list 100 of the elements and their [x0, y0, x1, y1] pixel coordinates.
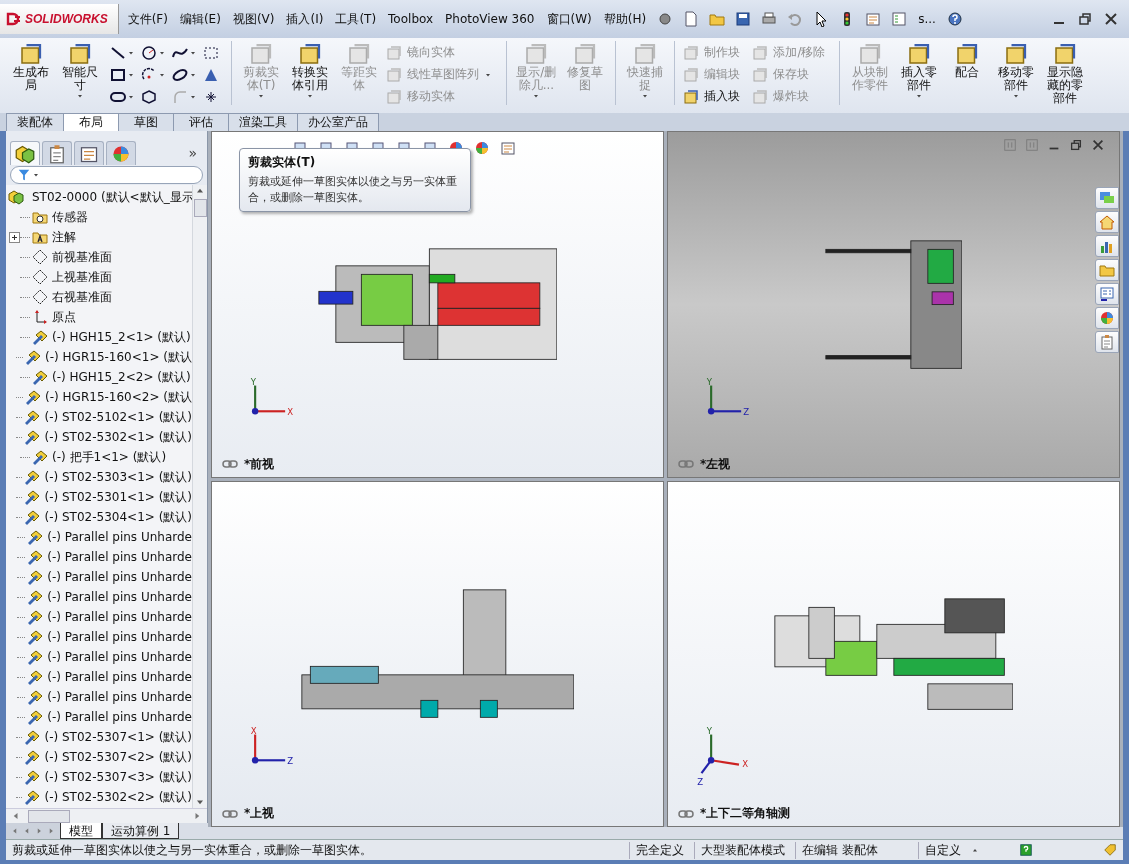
tree-item[interactable]: (-) ST02-5307<3> (默认): [40, 768, 192, 786]
menu-item[interactable]: 编辑(E): [176, 10, 224, 28]
ribbon-button[interactable]: 显示隐藏的零部件: [1041, 41, 1089, 106]
caret-icon[interactable]: [188, 71, 197, 79]
tree-item[interactable]: (-) Parallel pins Unharde: [43, 570, 192, 584]
menu-item[interactable]: Toolbox: [385, 12, 437, 26]
tree-item[interactable]: (-) ST02-5302<2> (默认): [40, 788, 192, 806]
ellipse-icon[interactable]: [171, 67, 188, 83]
menu-item[interactable]: 工具(T): [332, 10, 380, 28]
restore-icon[interactable]: [1077, 11, 1093, 27]
panel-tab[interactable]: [42, 141, 72, 165]
ribbon-button[interactable]: 配合: [944, 41, 991, 80]
line-icon[interactable]: [109, 45, 126, 61]
tree-item[interactable]: 注解: [48, 228, 76, 246]
filter-field[interactable]: [10, 166, 203, 184]
ribbon-button[interactable]: 智能尺寸: [56, 41, 104, 101]
slot-icon[interactable]: [109, 89, 126, 105]
close-icon[interactable]: [1103, 11, 1119, 27]
triangle-icon[interactable]: [202, 67, 219, 83]
bottom-tab[interactable]: 运动算例 1: [102, 823, 180, 839]
menu-item[interactable]: 文件(F): [124, 10, 171, 28]
caret-icon[interactable]: [126, 71, 135, 79]
tree-item[interactable]: (-) HGH15_2<2> (默认): [48, 368, 191, 386]
tree-item[interactable]: (-) Parallel pins Unharde: [43, 650, 192, 664]
restore-icon[interactable]: [1069, 138, 1083, 152]
command-tab[interactable]: 布局: [63, 113, 119, 131]
list-icon[interactable]: [891, 11, 908, 27]
ribbon-button[interactable]: 移动零部件: [992, 41, 1040, 101]
menu-item[interactable]: 插入(I): [283, 10, 327, 28]
caret-icon[interactable]: [126, 49, 135, 57]
tree-item[interactable]: (-) Parallel pins Unharde: [43, 550, 192, 564]
tree-item[interactable]: (-) Parallel pins Unharde: [43, 610, 192, 624]
caret-icon[interactable]: [157, 49, 166, 57]
panel-tab[interactable]: [106, 141, 136, 165]
close-icon[interactable]: [1091, 138, 1105, 152]
expand-toggle[interactable]: [9, 231, 20, 243]
printer-icon[interactable]: [761, 11, 778, 27]
scroll-thumb[interactable]: [28, 809, 70, 823]
command-tab[interactable]: 草图: [118, 113, 174, 131]
menu-item[interactable]: PhotoView 360: [442, 12, 538, 26]
rectangle-icon[interactable]: [109, 67, 126, 83]
tree-item[interactable]: 前视基准面: [48, 248, 112, 266]
tree-item[interactable]: (-) ST02-5301<1> (默认): [40, 488, 192, 506]
tree-item[interactable]: (-) Parallel pins Unharde: [43, 670, 192, 684]
tree-item[interactable]: (-) Parallel pins Unharde: [43, 590, 192, 604]
tag-icon[interactable]: [1103, 843, 1117, 857]
ribbon-button[interactable]: 转换实体引用: [286, 41, 334, 101]
ribbon-button[interactable]: 插入零部件: [895, 41, 942, 101]
tree-item[interactable]: (-) ST02-5304<1> (默认): [40, 508, 192, 526]
tree-item[interactable]: (-) ST02-5307<2> (默认): [40, 748, 192, 766]
polygon-icon[interactable]: [140, 89, 157, 105]
caret-icon[interactable]: [126, 93, 135, 101]
tree-item[interactable]: (-) ST02-5307<1> (默认): [40, 728, 192, 746]
tree-item[interactable]: 右视基准面: [48, 288, 112, 306]
circle-icon[interactable]: [140, 45, 157, 61]
color-ball-icon[interactable]: [474, 140, 490, 156]
caret-icon[interactable]: [157, 71, 166, 79]
tree-item[interactable]: (-) HGR15-160<1> (默认: [41, 348, 192, 366]
tree-item[interactable]: (-) ST02-5102<1> (默认): [40, 408, 192, 426]
tree-item[interactable]: (-) ST02-5302<1> (默认): [40, 428, 192, 446]
tree-item[interactable]: (-) Parallel pins Unharde: [43, 630, 192, 644]
tree-item[interactable]: (-) Parallel pins Unharde: [43, 710, 192, 724]
viewport[interactable]: X Z *上视: [211, 480, 664, 827]
help-icon[interactable]: [946, 11, 963, 27]
toolbar-overflow[interactable]: s...: [915, 12, 939, 26]
horizontal-scrollbar[interactable]: [6, 808, 207, 823]
tree-item[interactable]: (-) HGR15-160<2> (默认: [41, 388, 192, 406]
viewport[interactable]: Y X Z *上下二等角轴测: [667, 480, 1120, 827]
tree-item[interactable]: 传感器: [48, 208, 88, 226]
tile-icon[interactable]: [1003, 138, 1017, 152]
viewport[interactable]: Y Z *左视: [667, 131, 1120, 478]
ribbon-button[interactable]: 生成布局: [8, 41, 55, 93]
tree-item[interactable]: (-) Parallel pins Unharde: [43, 690, 192, 704]
menu-item[interactable]: 窗口(W): [543, 10, 595, 28]
caret-icon[interactable]: [188, 93, 197, 101]
dotted-rect-icon[interactable]: [202, 45, 219, 61]
menu-item[interactable]: 视图(V): [229, 10, 278, 28]
task-pane-button[interactable]: [1095, 283, 1119, 305]
tree-item[interactable]: (-) 把手1<1> (默认): [48, 448, 167, 466]
command-tab[interactable]: 装配体: [6, 113, 64, 131]
document-icon[interactable]: [683, 11, 700, 27]
tree-item[interactable]: (-) HGH15_2<1> (默认): [48, 328, 191, 346]
bottom-tab[interactable]: 模型: [60, 823, 102, 839]
tree-item[interactable]: 上视基准面: [48, 268, 112, 286]
caret-icon[interactable]: [188, 49, 197, 57]
panel-tab[interactable]: [74, 141, 104, 165]
vertical-scrollbar[interactable]: [192, 185, 207, 808]
command-tab[interactable]: 办公室产品: [297, 113, 379, 131]
expand-panel-button[interactable]: »: [188, 145, 203, 161]
tree-item[interactable]: (-) Parallel pins Unharde: [43, 530, 192, 544]
tree-item[interactable]: (-) ST02-5303<1> (默认): [40, 468, 192, 486]
scroll-thumb[interactable]: [193, 199, 207, 217]
menu-item[interactable]: 帮助(H): [600, 10, 650, 28]
save-icon[interactable]: [735, 11, 752, 27]
panel-tab[interactable]: [10, 141, 40, 165]
help-icon[interactable]: [1019, 843, 1033, 857]
ribbon-button[interactable]: 插入块: [683, 87, 741, 106]
tile-icon[interactable]: [1025, 138, 1039, 152]
units-selector[interactable]: 自定义: [918, 841, 961, 859]
task-pane-button[interactable]: [1095, 235, 1119, 257]
